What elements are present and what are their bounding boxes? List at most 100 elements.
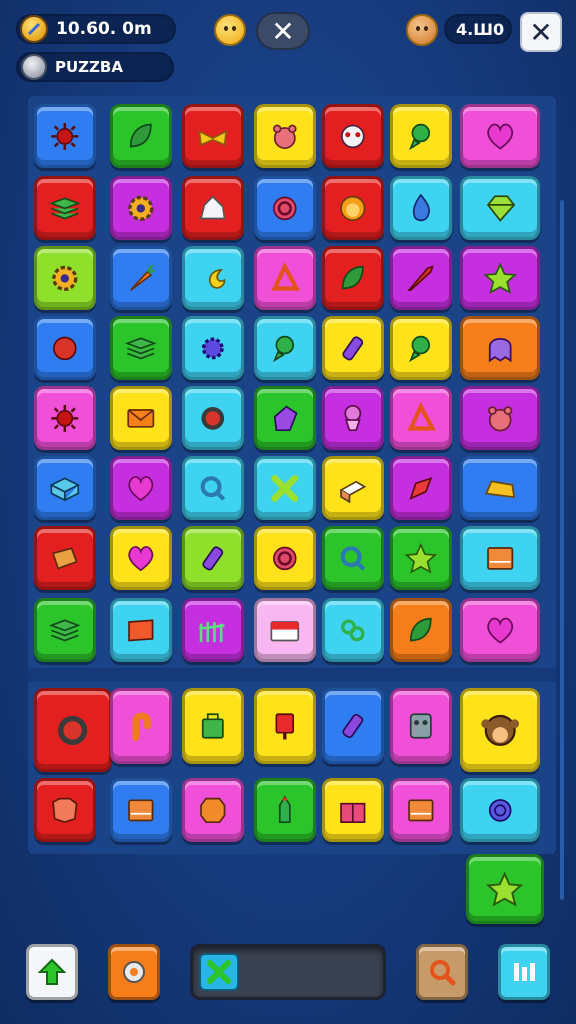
- game-tile[interactable]: [34, 526, 96, 590]
- game-tile[interactable]: [254, 104, 316, 168]
- game-tile[interactable]: [34, 386, 96, 450]
- game-tile[interactable]: [34, 598, 96, 662]
- game-tile[interactable]: [254, 688, 316, 764]
- gift-icon: [340, 802, 366, 823]
- game-tile[interactable]: [460, 526, 540, 590]
- game-tile[interactable]: [34, 778, 96, 842]
- mask-icon: [341, 124, 365, 148]
- stats-button[interactable]: [498, 944, 550, 1000]
- game-tile[interactable]: [460, 778, 540, 842]
- close-pill-button[interactable]: ✕: [256, 12, 310, 50]
- close-icon: ✕: [271, 14, 295, 48]
- game-tile[interactable]: [254, 316, 316, 380]
- game-tile[interactable]: [34, 316, 96, 380]
- game-tile[interactable]: [322, 104, 384, 168]
- game-tile[interactable]: [390, 104, 452, 168]
- home-button[interactable]: [26, 944, 78, 1000]
- game-tile[interactable]: [390, 598, 452, 662]
- bottle-icon: [342, 713, 364, 739]
- game-tile[interactable]: [390, 316, 452, 380]
- robot-icon: [410, 713, 432, 739]
- settings-button[interactable]: [108, 944, 160, 1000]
- game-tile[interactable]: [390, 526, 452, 590]
- game-tile[interactable]: [322, 176, 384, 240]
- game-tile[interactable]: [390, 386, 452, 450]
- game-tile[interactable]: [110, 316, 172, 380]
- game-tile[interactable]: [460, 456, 540, 520]
- badge-icon: [200, 797, 226, 823]
- settings-coin-icon: [21, 54, 47, 80]
- game-tile[interactable]: [182, 316, 244, 380]
- game-tile[interactable]: [254, 778, 316, 842]
- game-tile[interactable]: [182, 456, 244, 520]
- mailbox-icon: [275, 713, 295, 740]
- game-tile[interactable]: [34, 688, 112, 772]
- game-tile[interactable]: [322, 456, 384, 520]
- game-tile[interactable]: [322, 688, 384, 764]
- tray-slot-tile[interactable]: [199, 953, 239, 991]
- game-tile[interactable]: [110, 104, 172, 168]
- game-tile[interactable]: [254, 526, 316, 590]
- heart-icon: [128, 545, 154, 571]
- bottle-icon: [202, 545, 224, 571]
- monkey-icon: [481, 714, 519, 746]
- game-tile[interactable]: [322, 316, 384, 380]
- game-tile[interactable]: [110, 688, 172, 764]
- game-tile[interactable]: [466, 854, 544, 924]
- game-tile[interactable]: [460, 386, 540, 450]
- leaf-icon: [130, 123, 152, 147]
- game-tile[interactable]: [182, 386, 244, 450]
- moon-icon: [209, 268, 226, 289]
- bag-icon: [202, 713, 224, 739]
- game-tile[interactable]: [182, 176, 244, 240]
- game-tile[interactable]: [460, 598, 540, 662]
- game-tile[interactable]: [254, 246, 316, 310]
- game-tile[interactable]: [110, 176, 172, 240]
- game-tile[interactable]: [460, 688, 540, 772]
- game-tile[interactable]: [182, 526, 244, 590]
- game-tile[interactable]: [254, 176, 316, 240]
- game-tile[interactable]: [34, 456, 96, 520]
- game-tile[interactable]: [182, 598, 244, 662]
- game-tile[interactable]: [110, 456, 172, 520]
- game-tile[interactable]: [460, 176, 540, 240]
- game-tile[interactable]: [390, 688, 452, 764]
- ghost-icon: [488, 337, 512, 362]
- game-tile[interactable]: [390, 176, 452, 240]
- game-tile[interactable]: [390, 246, 452, 310]
- drop-icon: [413, 193, 431, 221]
- game-tile[interactable]: [460, 316, 540, 380]
- game-tile[interactable]: [322, 778, 384, 842]
- game-tile[interactable]: [182, 778, 244, 842]
- game-tile[interactable]: [110, 598, 172, 662]
- game-tile[interactable]: [182, 688, 244, 764]
- game-tile[interactable]: [34, 246, 96, 310]
- search-icon: [200, 475, 226, 501]
- game-tile[interactable]: [254, 386, 316, 450]
- star-icon: [404, 542, 438, 574]
- game-tile[interactable]: [254, 598, 316, 662]
- game-tile[interactable]: [460, 104, 540, 168]
- game-tile[interactable]: [34, 176, 96, 240]
- game-tile[interactable]: [182, 246, 244, 310]
- heart-icon: [128, 475, 154, 501]
- game-tile[interactable]: [110, 778, 172, 842]
- game-tile[interactable]: [254, 456, 316, 520]
- game-tile[interactable]: [110, 246, 172, 310]
- layers-icon: [49, 197, 81, 219]
- exit-button[interactable]: ✕: [520, 12, 562, 52]
- game-tile[interactable]: [182, 104, 244, 168]
- game-tile[interactable]: [460, 246, 540, 310]
- search-button[interactable]: [416, 944, 468, 1000]
- board-scrollbar[interactable]: [560, 200, 564, 900]
- game-tile[interactable]: [322, 526, 384, 590]
- avatar-icon: [406, 14, 438, 46]
- game-tile[interactable]: [34, 104, 96, 168]
- game-tile[interactable]: [110, 386, 172, 450]
- game-tile[interactable]: [322, 598, 384, 662]
- game-tile[interactable]: [390, 456, 452, 520]
- game-tile[interactable]: [110, 526, 172, 590]
- game-tile[interactable]: [322, 246, 384, 310]
- game-tile[interactable]: [322, 386, 384, 450]
- game-tile[interactable]: [390, 778, 452, 842]
